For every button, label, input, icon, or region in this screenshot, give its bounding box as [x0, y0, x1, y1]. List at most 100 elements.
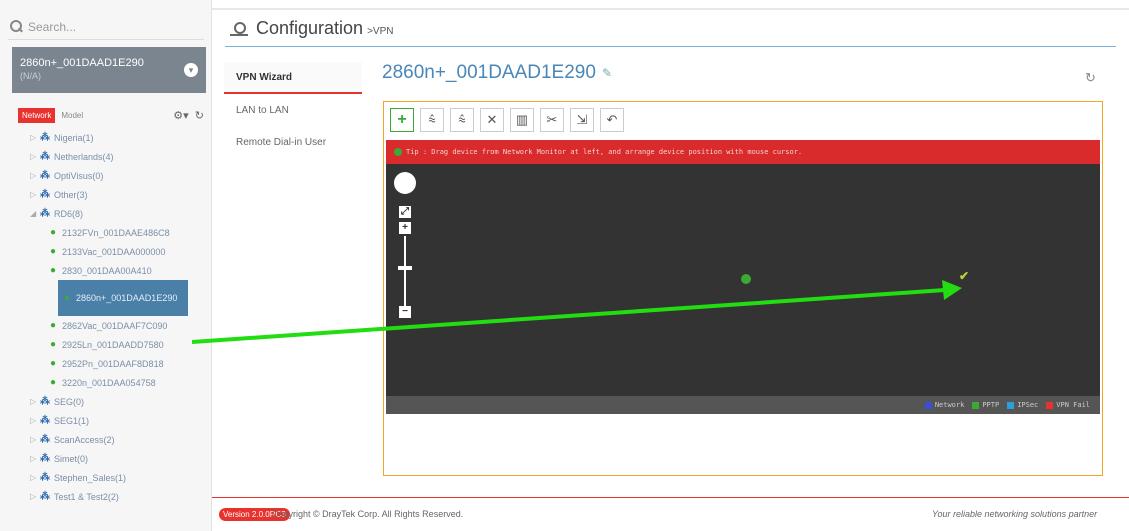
tree-label: RD6(8): [54, 208, 84, 219]
tree-group[interactable]: ▷ ⁂ Simet(0): [30, 449, 210, 468]
legend-network: Network: [924, 401, 965, 409]
legend-label: Network: [934, 401, 965, 409]
disconnect-icon[interactable]: ⩯: [450, 108, 474, 132]
expand-arrow-icon[interactable]: ▷: [30, 133, 40, 142]
group-icon: ⁂: [40, 396, 50, 407]
pan-control-icon[interactable]: [394, 172, 416, 194]
refresh-icon[interactable]: ↻: [192, 110, 204, 122]
refresh-icon[interactable]: ↻: [1085, 70, 1096, 86]
zoom-in-icon[interactable]: +: [399, 222, 411, 234]
status-online-icon: ●: [64, 292, 71, 304]
expand-arrow-icon[interactable]: ▷: [30, 454, 40, 463]
tree-label: 2862Vac_001DAAF7C090: [62, 320, 168, 331]
device-node[interactable]: [741, 274, 751, 284]
legend-swatch: [1046, 401, 1054, 409]
tip-icon: [394, 148, 402, 156]
status-online-icon: ●: [50, 377, 57, 388]
tree-group[interactable]: ▷ ⁂ Netherlands(4): [30, 147, 210, 166]
export-icon[interactable]: ⇲: [570, 108, 594, 132]
tree-group[interactable]: ▷ ⁂ Test1 & Test2(2): [30, 487, 210, 506]
submenu-remote-dial-in-user[interactable]: Remote Dial-in User: [224, 126, 362, 158]
tree-label: 2132FVn_001DAAE486C8: [62, 227, 170, 238]
app-root: Search... 2860n+_001DAAD1E290 (N/A) ▾ Ne…: [0, 0, 1129, 531]
tree-group[interactable]: ▷ ⁂ Nigeria(1): [30, 128, 210, 147]
topology-canvas[interactable]: ⤢ + − ✔: [386, 164, 1100, 396]
tip-text: Tip : Drag device from Network Monitor a…: [406, 148, 803, 156]
tree-group[interactable]: ▷ ⁂ SEG(0): [30, 392, 210, 411]
tree-device[interactable]: ● 2862Vac_001DAAF7C090: [30, 316, 210, 335]
legend-ipsec: IPSec: [1007, 401, 1038, 409]
device-title: 2860n+_001DAAD1E290 ✎: [382, 62, 612, 84]
tree-label: Netherlands(4): [54, 151, 114, 162]
connect-icon[interactable]: ⩯: [420, 108, 444, 132]
add-icon[interactable]: +: [390, 108, 414, 132]
tab-model[interactable]: Model: [55, 108, 89, 123]
expand-arrow-icon[interactable]: ▷: [30, 397, 40, 406]
device-card-name: 2860n+_001DAAD1E290: [20, 57, 144, 69]
zoom-slider-handle[interactable]: [398, 266, 412, 270]
group-icon: ⁂: [40, 415, 50, 426]
search-placeholder: Search...: [28, 19, 77, 34]
status-online-icon: ●: [50, 246, 57, 257]
status-online-icon: ●: [50, 227, 57, 238]
status-online-icon: ●: [50, 320, 57, 331]
tree-group[interactable]: ◢ ⁂ RD6(8): [30, 204, 210, 223]
tree-device[interactable]: ● 2133Vac_001DAA000000: [30, 242, 210, 261]
configuration-icon: [230, 20, 248, 36]
sidebar: Search... 2860n+_001DAAD1E290 (N/A) ▾ Ne…: [0, 0, 212, 531]
tree-label: 3220n_001DAA054758: [62, 377, 156, 388]
tree-group[interactable]: ▷ ⁂ SEG1(1): [30, 411, 210, 430]
chevron-down-icon[interactable]: ▾: [184, 63, 198, 77]
tree-group[interactable]: ▷ ⁂ ScanAccess(2): [30, 430, 210, 449]
tree-label: 2133Vac_001DAA000000: [62, 246, 166, 257]
drop-target-check-icon[interactable]: ✔: [959, 269, 969, 283]
tree-device[interactable]: ● 3220n_001DAA054758: [30, 373, 210, 392]
group-icon: ⁂: [40, 491, 50, 502]
expand-arrow-icon[interactable]: ▷: [30, 171, 40, 180]
tab-network[interactable]: Network: [18, 107, 56, 123]
delete-icon[interactable]: ▥: [510, 108, 534, 132]
expand-arrow-icon[interactable]: ▷: [30, 492, 40, 501]
group-icon: ⁂: [40, 434, 50, 445]
tree-device[interactable]: ● 2952Pn_001DAAF8D818: [30, 354, 210, 373]
tree-device[interactable]: ● 2132FVn_001DAAE486C8: [30, 223, 210, 242]
fit-view-icon[interactable]: ⤢: [399, 206, 411, 218]
expand-arrow-icon[interactable]: ▷: [30, 473, 40, 482]
group-icon: ⁂: [40, 208, 50, 219]
expand-arrow-icon[interactable]: ▷: [30, 190, 40, 199]
gear-icon[interactable]: ⚙▾: [173, 110, 188, 122]
legend-label: VPN Fail: [1056, 401, 1090, 409]
undo-icon[interactable]: ↶: [600, 108, 624, 132]
current-device-card[interactable]: 2860n+_001DAAD1E290 (N/A) ▾: [12, 47, 206, 93]
vpn-submenu: VPN Wizard LAN to LAN Remote Dial-in Use…: [224, 62, 362, 158]
search-box[interactable]: Search...: [8, 14, 204, 40]
tree-device[interactable]: ● 2925Ln_001DAADD7580: [30, 335, 210, 354]
submenu-vpn-wizard[interactable]: VPN Wizard: [224, 62, 362, 94]
zoom-slider[interactable]: [404, 236, 406, 306]
expand-arrow-icon[interactable]: ▷: [30, 152, 40, 161]
tree-group[interactable]: ▷ ⁂ OptiVisus(0): [30, 166, 210, 185]
zoom-out-icon[interactable]: −: [399, 306, 411, 318]
edit-icon[interactable]: ✎: [602, 66, 612, 80]
tools-icon[interactable]: ✕: [480, 108, 504, 132]
tree-group[interactable]: ▷ ⁂ Other(3): [30, 185, 210, 204]
legend-label: PPTP: [982, 401, 1000, 409]
group-icon: ⁂: [40, 170, 50, 181]
tree-group[interactable]: ▷ ⁂ Stephen_Sales(1): [30, 468, 210, 487]
legend-vpn-fail: VPN Fail: [1046, 401, 1090, 409]
submenu-lan-to-lan[interactable]: LAN to LAN: [224, 94, 362, 126]
tree-label: Nigeria(1): [54, 132, 94, 143]
status-online-icon: ●: [50, 358, 57, 369]
collapse-arrow-icon[interactable]: ◢: [30, 209, 40, 218]
expand-arrow-icon[interactable]: ▷: [30, 435, 40, 444]
status-online-icon: ●: [50, 339, 57, 350]
tree-device[interactable]: ● 2860n+_001DAAD1E290: [58, 280, 188, 316]
header-divider: [225, 46, 1116, 47]
tree-label: 2925Ln_001DAADD7580: [62, 339, 164, 350]
group-icon: ⁂: [40, 453, 50, 464]
cut-icon[interactable]: ✂: [540, 108, 564, 132]
expand-arrow-icon[interactable]: ▷: [30, 416, 40, 425]
legend-label: IPSec: [1017, 401, 1039, 409]
tree-device[interactable]: ● 2830_001DAA00A410: [30, 261, 210, 280]
sidebar-tabs: Network Model ⚙▾ ↻: [18, 106, 204, 124]
